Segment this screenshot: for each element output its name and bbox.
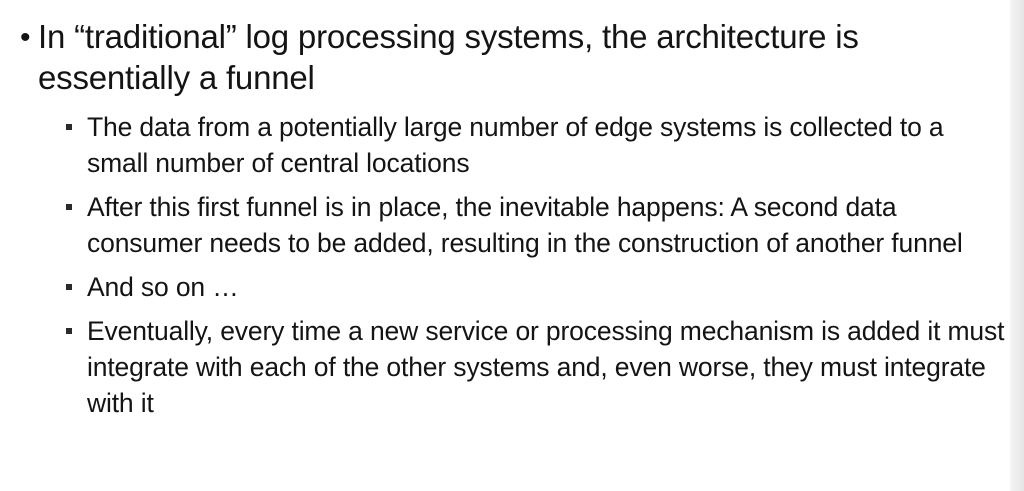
sub-bullet: After this first funnel is in place, the… (65, 189, 1010, 261)
square-bullet-icon (65, 313, 87, 349)
square-bullet-icon (65, 189, 87, 225)
sub-bullet-text: The data from a potentially large number… (87, 112, 944, 178)
sub-bullet: The data from a potentially large number… (65, 109, 1010, 181)
main-bullet: • In “traditional” log processing system… (20, 16, 1005, 98)
bullet-dot-icon: • (20, 21, 31, 54)
window-edge (1010, 0, 1024, 491)
sub-bullet: Eventually, every time a new service or … (65, 313, 1010, 421)
slide: • In “traditional” log processing system… (0, 0, 1010, 491)
square-bullet-icon (65, 109, 87, 145)
sub-bullet-text: And so on … (87, 272, 239, 302)
square-bullet-icon (65, 269, 87, 305)
main-bullet-text: In “traditional” log processing systems,… (38, 18, 859, 96)
sub-bullet: And so on … (65, 269, 1010, 305)
sub-bullet-text: Eventually, every time a new service or … (87, 316, 1005, 418)
sub-bullet-text: After this first funnel is in place, the… (87, 192, 963, 258)
sub-bullet-list: The data from a potentially large number… (65, 109, 1010, 429)
